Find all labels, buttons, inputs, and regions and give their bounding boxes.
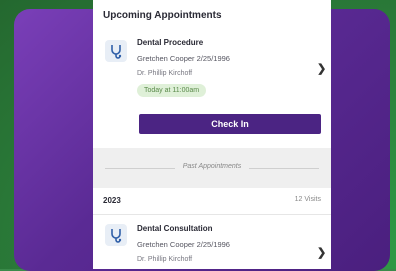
time-badge: Today at 11:00am — [137, 84, 207, 97]
patient-info: Gretchen Cooper 2/25/1996 — [137, 54, 230, 63]
patient-info: Gretchen Cooper 2/25/1996 — [137, 240, 230, 249]
doctor-name: Dr. Phillip Kirchoff — [137, 256, 193, 263]
stethoscope-icon — [105, 40, 127, 62]
chevron-right-icon[interactable]: ❯ — [317, 62, 326, 75]
past-appointments-text: Past Appointments — [177, 163, 247, 170]
appointment-title: Dental Consultation — [137, 224, 213, 233]
upcoming-appointment-card[interactable]: Dental Procedure Gretchen Cooper 2/25/19… — [93, 30, 331, 142]
chevron-right-icon[interactable]: ❯ — [317, 246, 326, 259]
app-screen: Upcoming Appointments Dental Procedure G… — [93, 0, 331, 269]
row-separator — [93, 214, 331, 215]
check-in-button[interactable]: Check In — [139, 114, 321, 134]
stethoscope-icon — [105, 224, 127, 246]
year-header: 2023 12 Visits — [93, 196, 331, 212]
past-appointment-card[interactable]: Dental Consultation Gretchen Cooper 2/25… — [93, 218, 331, 269]
past-appointments-divider: Past Appointments — [93, 148, 331, 188]
past-appointments-label: Past Appointments — [93, 163, 331, 170]
appointment-title: Dental Procedure — [137, 38, 204, 47]
doctor-name: Dr. Phillip Kirchoff — [137, 70, 193, 77]
upcoming-section-title: Upcoming Appointments — [103, 10, 222, 21]
visits-count: 12 Visits — [294, 196, 321, 203]
year-label: 2023 — [103, 196, 121, 205]
